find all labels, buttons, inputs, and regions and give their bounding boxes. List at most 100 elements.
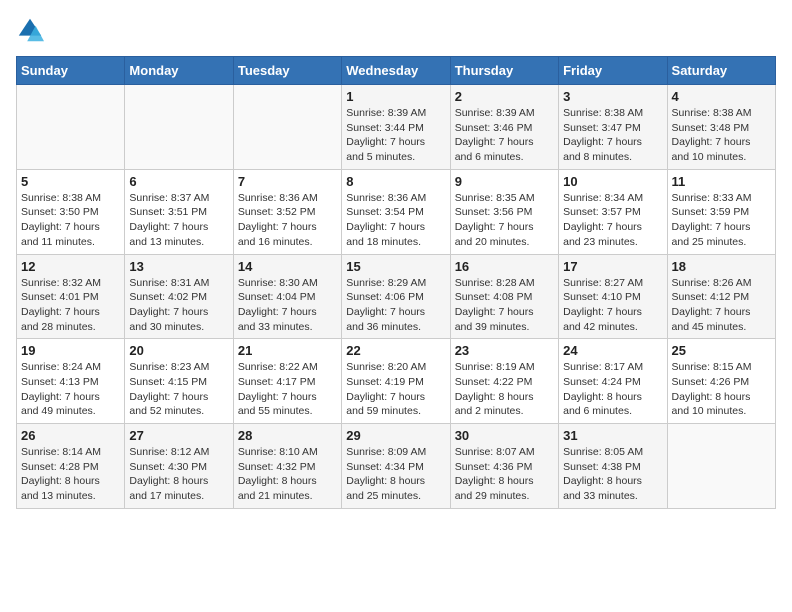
day-number: 23 [455,343,554,358]
calendar-day-header: Monday [125,57,233,85]
day-number: 12 [21,259,120,274]
page-header [16,16,776,44]
day-number: 26 [21,428,120,443]
day-info: Sunrise: 8:19 AM Sunset: 4:22 PM Dayligh… [455,360,554,419]
day-info: Sunrise: 8:10 AM Sunset: 4:32 PM Dayligh… [238,445,337,504]
calendar-day-header: Sunday [17,57,125,85]
day-number: 3 [563,89,662,104]
day-info: Sunrise: 8:39 AM Sunset: 3:44 PM Dayligh… [346,106,445,165]
calendar-cell: 1 Sunrise: 8:39 AM Sunset: 3:44 PM Daylig… [342,85,450,170]
day-info: Sunrise: 8:39 AM Sunset: 3:46 PM Dayligh… [455,106,554,165]
calendar-day-header: Friday [559,57,667,85]
calendar-cell: 22 Sunrise: 8:20 AM Sunset: 4:19 PM Dayli… [342,339,450,424]
day-number: 13 [129,259,228,274]
day-number: 1 [346,89,445,104]
calendar-week-row: 26 Sunrise: 8:14 AM Sunset: 4:28 PM Dayli… [17,424,776,509]
calendar-day-header: Saturday [667,57,775,85]
calendar-cell: 7Sunrise: 8:36 AM Sunset: 3:52 PM Daylig… [233,169,341,254]
calendar-cell: 18 Sunrise: 8:26 AM Sunset: 4:12 PM Dayli… [667,254,775,339]
calendar-cell [17,85,125,170]
calendar-cell: 9Sunrise: 8:35 AM Sunset: 3:56 PM Daylig… [450,169,558,254]
calendar-cell: 26 Sunrise: 8:14 AM Sunset: 4:28 PM Dayli… [17,424,125,509]
calendar-cell: 21 Sunrise: 8:22 AM Sunset: 4:17 PM Dayli… [233,339,341,424]
day-info: Sunrise: 8:27 AM Sunset: 4:10 PM Dayligh… [563,276,662,335]
day-number: 10 [563,174,662,189]
day-info: Sunrise: 8:26 AM Sunset: 4:12 PM Dayligh… [672,276,771,335]
day-info: Sunrise: 8:34 AM Sunset: 3:57 PM Dayligh… [563,191,662,250]
calendar-day-header: Wednesday [342,57,450,85]
calendar-cell [667,424,775,509]
day-info: Sunrise: 8:14 AM Sunset: 4:28 PM Dayligh… [21,445,120,504]
day-number: 31 [563,428,662,443]
calendar-cell: 29 Sunrise: 8:09 AM Sunset: 4:34 PM Dayli… [342,424,450,509]
calendar-header-row: SundayMondayTuesdayWednesdayThursdayFrid… [17,57,776,85]
calendar-cell: 12 Sunrise: 8:32 AM Sunset: 4:01 PM Dayli… [17,254,125,339]
calendar-week-row: 12 Sunrise: 8:32 AM Sunset: 4:01 PM Dayli… [17,254,776,339]
day-number: 8 [346,174,445,189]
calendar-cell: 4 Sunrise: 8:38 AM Sunset: 3:48 PM Daylig… [667,85,775,170]
day-info: Sunrise: 8:09 AM Sunset: 4:34 PM Dayligh… [346,445,445,504]
day-number: 28 [238,428,337,443]
calendar-week-row: 1 Sunrise: 8:39 AM Sunset: 3:44 PM Daylig… [17,85,776,170]
day-info: Sunrise: 8:22 AM Sunset: 4:17 PM Dayligh… [238,360,337,419]
day-info: Sunrise: 8:15 AM Sunset: 4:26 PM Dayligh… [672,360,771,419]
logo [16,16,48,44]
calendar-cell [233,85,341,170]
day-info: Sunrise: 8:28 AM Sunset: 4:08 PM Dayligh… [455,276,554,335]
day-info: Sunrise: 8:17 AM Sunset: 4:24 PM Dayligh… [563,360,662,419]
calendar-cell: 14 Sunrise: 8:30 AM Sunset: 4:04 PM Dayli… [233,254,341,339]
day-number: 4 [672,89,771,104]
calendar-cell: 24Sunrise: 8:17 AM Sunset: 4:24 PM Dayli… [559,339,667,424]
day-number: 20 [129,343,228,358]
calendar-cell: 17 Sunrise: 8:27 AM Sunset: 4:10 PM Dayli… [559,254,667,339]
day-info: Sunrise: 8:20 AM Sunset: 4:19 PM Dayligh… [346,360,445,419]
day-number: 21 [238,343,337,358]
calendar-week-row: 19Sunrise: 8:24 AM Sunset: 4:13 PM Dayli… [17,339,776,424]
calendar-cell: 23 Sunrise: 8:19 AM Sunset: 4:22 PM Dayli… [450,339,558,424]
day-info: Sunrise: 8:30 AM Sunset: 4:04 PM Dayligh… [238,276,337,335]
day-info: Sunrise: 8:32 AM Sunset: 4:01 PM Dayligh… [21,276,120,335]
calendar-table: SundayMondayTuesdayWednesdayThursdayFrid… [16,56,776,509]
day-info: Sunrise: 8:24 AM Sunset: 4:13 PM Dayligh… [21,360,120,419]
day-number: 22 [346,343,445,358]
calendar-day-header: Thursday [450,57,558,85]
day-info: Sunrise: 8:33 AM Sunset: 3:59 PM Dayligh… [672,191,771,250]
calendar-cell: 10 Sunrise: 8:34 AM Sunset: 3:57 PM Dayli… [559,169,667,254]
day-info: Sunrise: 8:23 AM Sunset: 4:15 PM Dayligh… [129,360,228,419]
calendar-cell: 8 Sunrise: 8:36 AM Sunset: 3:54 PM Daylig… [342,169,450,254]
day-info: Sunrise: 8:05 AM Sunset: 4:38 PM Dayligh… [563,445,662,504]
day-number: 5 [21,174,120,189]
calendar-cell: 15Sunrise: 8:29 AM Sunset: 4:06 PM Dayli… [342,254,450,339]
calendar-cell [125,85,233,170]
calendar-day-header: Tuesday [233,57,341,85]
day-number: 17 [563,259,662,274]
calendar-cell: 11 Sunrise: 8:33 AM Sunset: 3:59 PM Dayli… [667,169,775,254]
calendar-cell: 19Sunrise: 8:24 AM Sunset: 4:13 PM Dayli… [17,339,125,424]
day-info: Sunrise: 8:38 AM Sunset: 3:48 PM Dayligh… [672,106,771,165]
day-number: 16 [455,259,554,274]
calendar-cell: 2 Sunrise: 8:39 AM Sunset: 3:46 PM Daylig… [450,85,558,170]
calendar-cell: 13Sunrise: 8:31 AM Sunset: 4:02 PM Dayli… [125,254,233,339]
day-number: 2 [455,89,554,104]
logo-icon [16,16,44,44]
day-number: 27 [129,428,228,443]
calendar-cell: 28 Sunrise: 8:10 AM Sunset: 4:32 PM Dayli… [233,424,341,509]
calendar-week-row: 5Sunrise: 8:38 AM Sunset: 3:50 PM Daylig… [17,169,776,254]
day-number: 14 [238,259,337,274]
calendar-cell: 6Sunrise: 8:37 AM Sunset: 3:51 PM Daylig… [125,169,233,254]
day-number: 11 [672,174,771,189]
calendar-cell: 3 Sunrise: 8:38 AM Sunset: 3:47 PM Daylig… [559,85,667,170]
day-number: 18 [672,259,771,274]
calendar-cell: 5Sunrise: 8:38 AM Sunset: 3:50 PM Daylig… [17,169,125,254]
day-info: Sunrise: 8:36 AM Sunset: 3:54 PM Dayligh… [346,191,445,250]
day-number: 6 [129,174,228,189]
day-number: 29 [346,428,445,443]
day-info: Sunrise: 8:12 AM Sunset: 4:30 PM Dayligh… [129,445,228,504]
day-number: 15 [346,259,445,274]
day-info: Sunrise: 8:07 AM Sunset: 4:36 PM Dayligh… [455,445,554,504]
calendar-cell: 27 Sunrise: 8:12 AM Sunset: 4:30 PM Dayli… [125,424,233,509]
day-info: Sunrise: 8:38 AM Sunset: 3:47 PM Dayligh… [563,106,662,165]
calendar-cell: 30Sunrise: 8:07 AM Sunset: 4:36 PM Dayli… [450,424,558,509]
day-number: 9 [455,174,554,189]
day-number: 25 [672,343,771,358]
